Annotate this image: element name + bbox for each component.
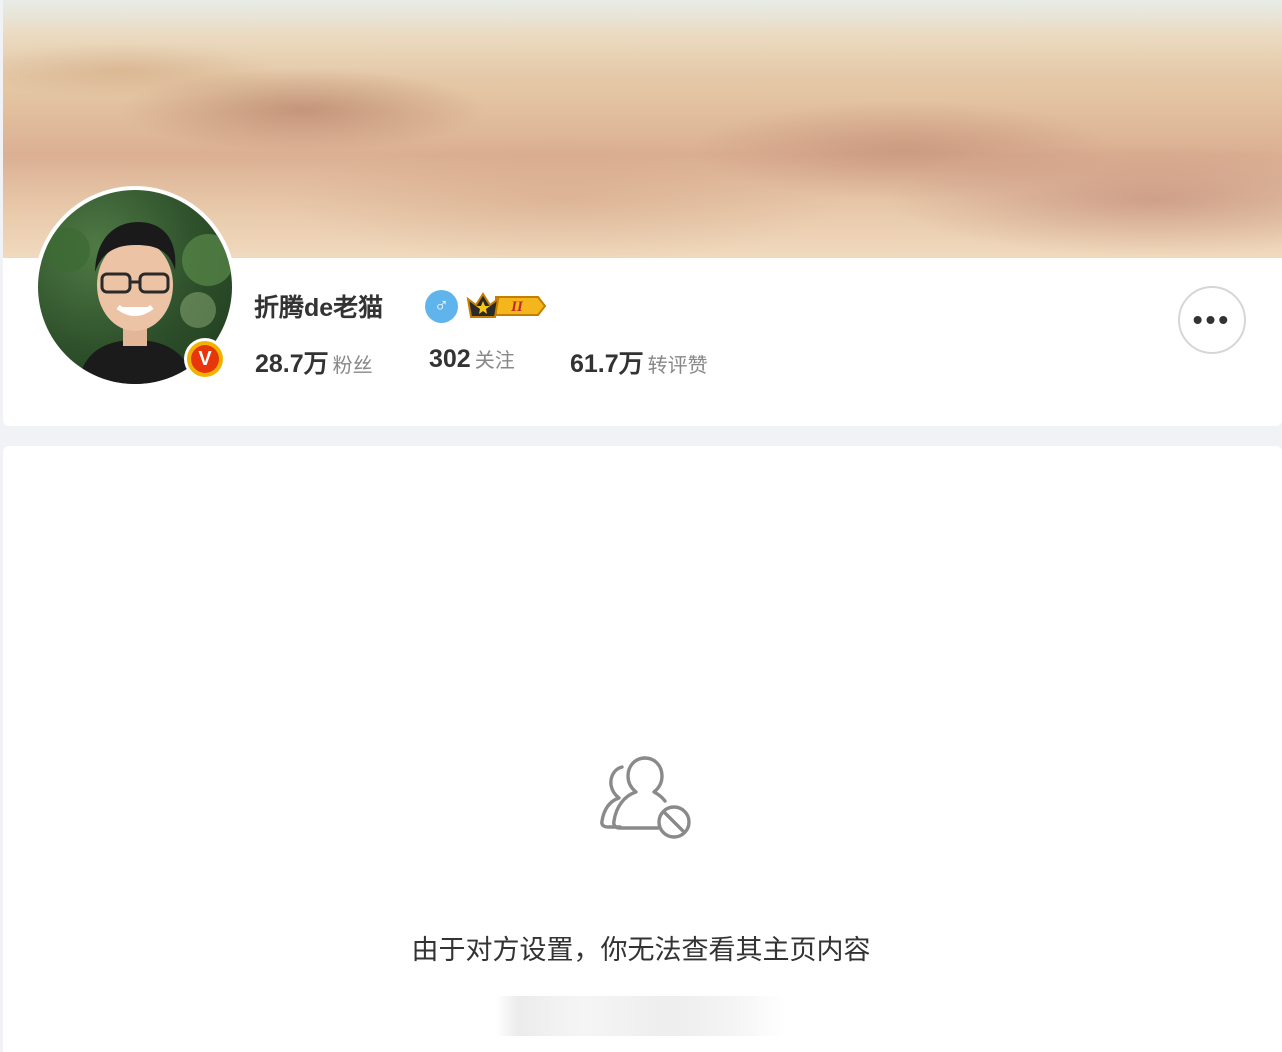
blocked-message: 由于对方设置，你无法查看其主页内容 <box>411 935 871 965</box>
followers-label: 粉丝 <box>332 355 373 377</box>
loading-placeholder <box>495 996 787 1036</box>
user-name: 折腾de老猫 <box>254 294 384 322</box>
more-dots-icon: ••• <box>1192 304 1232 335</box>
reposts-likes-count: 61.7万 <box>570 350 644 378</box>
following-label: 关注 <box>474 350 515 372</box>
male-icon: ♂ <box>425 290 458 323</box>
verified-badge-icon: V <box>184 338 226 380</box>
following-count: 302 <box>429 345 471 373</box>
stat-reposts-likes[interactable]: 61.7万 转评赞 <box>570 344 708 380</box>
reposts-likes-label: 转评赞 <box>647 355 708 377</box>
more-options-button[interactable]: ••• <box>1178 286 1246 354</box>
followers-count: 28.7万 <box>255 350 329 378</box>
vip-level: II <box>510 299 524 315</box>
user-blocked-icon <box>600 756 691 839</box>
verified-v: V <box>191 345 219 373</box>
stat-following[interactable]: 302 关注 <box>429 344 515 374</box>
vip-crown-icon[interactable]: II <box>466 289 546 323</box>
stat-followers[interactable]: 28.7万 粉丝 <box>255 344 373 380</box>
